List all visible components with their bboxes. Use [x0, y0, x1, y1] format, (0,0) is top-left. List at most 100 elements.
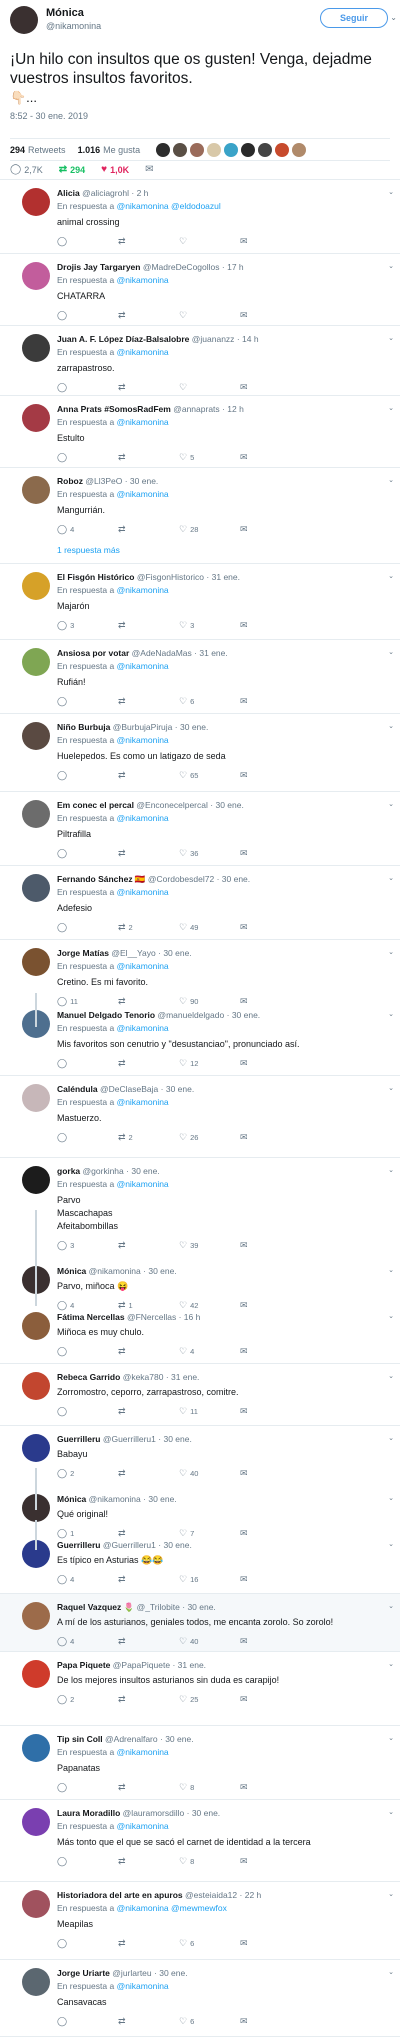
reply-author-name[interactable]: Laura Moradillo [57, 1808, 120, 1818]
avatar[interactable] [22, 800, 50, 828]
liker-avatar[interactable] [207, 142, 222, 157]
liker-avatar[interactable] [275, 142, 290, 157]
reply-button[interactable]: ◯ [57, 1856, 118, 1867]
avatar[interactable] [22, 1084, 50, 1112]
retweet-button[interactable]: ⇄ [118, 620, 179, 631]
reply-author-name[interactable]: Jorge Matías [57, 948, 109, 958]
reply-time[interactable]: 30 ene. [192, 1808, 220, 1818]
reply-author-name[interactable]: Rebeca Garrido [57, 1372, 120, 1382]
chevron-down-icon[interactable]: ⌄ [390, 13, 397, 22]
like-button[interactable]: ♡ [179, 236, 240, 247]
reply-tweet[interactable]: ⌄ Jorge Matías @El__Yayo · 30 ene. En re… [0, 940, 400, 1006]
reply-tweet[interactable]: ⌄ Guerrilleru @Guerrilleru1 · 30 ene. Es… [0, 1532, 400, 1594]
in-reply-to-handle[interactable]: @nikamonina [117, 347, 169, 357]
reply-time[interactable]: 22 h [245, 1890, 262, 1900]
reply-author-handle[interactable]: @manueldelgado [157, 1010, 224, 1020]
reply-tweet[interactable]: ⌄ Caléndula @DeClaseBaja · 30 ene. En re… [0, 1076, 400, 1158]
reply-author-name[interactable]: Juan A. F. López Díaz-Balsalobre [57, 334, 189, 344]
reply-time[interactable]: 31 ene. [171, 1372, 199, 1382]
like-button[interactable]: ♡ 6 [179, 696, 240, 707]
reply-author-name[interactable]: Anna Prats #SomosRadFem [57, 404, 171, 414]
reply-time[interactable]: 30 ene. [222, 874, 250, 884]
reply-tweet[interactable]: ⌄ Laura Moradillo @lauramorsdillo · 30 e… [0, 1800, 400, 1882]
reply-tweet[interactable]: ⌄ Raquel Vazquez 🌷 @_Trilobite · 30 ene.… [0, 1594, 400, 1652]
like-button[interactable]: ♡ [179, 310, 240, 321]
reply-author-name[interactable]: Ansiosa por votar [57, 648, 129, 658]
reply-tweet[interactable]: ⌄ Alicia @aliciagrohl · 2 h En respuesta… [0, 180, 400, 254]
reply-author-handle[interactable]: @Cordobesdel72 [148, 874, 214, 884]
author-handle[interactable]: @nikamonina [46, 20, 101, 33]
reply-author-name[interactable]: Fernando Sánchez 🇪🇸 [57, 874, 146, 884]
avatar[interactable] [22, 188, 50, 216]
liker-avatar[interactable] [156, 142, 171, 157]
like-button[interactable]: ♡ 36 [179, 848, 240, 859]
in-reply-to-handle[interactable]: @nikamonina [117, 961, 169, 971]
reply-author-name[interactable]: Guerrilleru [57, 1434, 100, 1444]
reply-button[interactable]: ◯ [57, 452, 118, 463]
retweet-button[interactable]: ⇄ [118, 2016, 179, 2027]
reply-author-handle[interactable]: @gorkinha [83, 1166, 124, 1176]
reply-time[interactable]: 30 ene. [130, 476, 158, 486]
reply-author-name[interactable]: Tip sin Coll [57, 1734, 103, 1744]
in-reply-to-handle[interactable]: @nikamonina [117, 1179, 169, 1189]
reply-tweet[interactable]: ⌄ Em conec el percal @Enconecelpercal · … [0, 792, 400, 866]
like-button[interactable]: ♥ 1,0K [101, 164, 129, 175]
liker-avatar[interactable] [292, 142, 307, 157]
reply-author-handle[interactable]: @_Trilobite [137, 1602, 180, 1612]
reply-time[interactable]: 30 ene. [166, 1084, 194, 1094]
reply-author-handle[interactable]: @nikamonina [89, 1266, 141, 1276]
like-button[interactable]: ♡ 39 [179, 1240, 240, 1251]
dm-button[interactable]: ✉ [240, 1132, 301, 1143]
reply-button[interactable]: ◯ [57, 848, 118, 859]
retweet-button[interactable]: ⇄ 2 [118, 922, 179, 933]
retweet-button[interactable]: ⇄ 294 [59, 164, 85, 175]
reply-author-name[interactable]: Fátima Nercellas [57, 1312, 125, 1322]
like-button[interactable]: ♡ 40 [179, 1636, 240, 1647]
reply-author-name[interactable]: Mónica [57, 1494, 86, 1504]
reply-button[interactable]: ◯ 3 [57, 1240, 118, 1251]
reply-author-handle[interactable]: @keka780 [123, 1372, 164, 1382]
reply-tweet[interactable]: ⌄ Mónica @nikamonina · 30 ene. Parvo, mi… [0, 1258, 400, 1310]
reply-tweet[interactable]: ⌄ Ansiosa por votar @AdeNadaMas · 31 ene… [0, 640, 400, 714]
dm-button[interactable]: ✉ [240, 1346, 301, 1357]
in-reply-to-handle[interactable]: @nikamonina [117, 735, 169, 745]
reply-tweet[interactable]: ⌄ Roboz @Ll3PeO · 30 ene. En respuesta a… [0, 468, 400, 564]
dm-button[interactable]: ✉ [240, 1406, 301, 1417]
dm-button[interactable]: ✉ [240, 1782, 301, 1793]
reply-author-name[interactable]: Papa Piquete [57, 1660, 110, 1670]
dm-button[interactable]: ✉ [240, 1574, 301, 1585]
reply-author-name[interactable]: Historiadora del arte en apuros [57, 1890, 183, 1900]
reply-button[interactable]: ◯ 3 [57, 620, 118, 631]
retweets-stat[interactable]: 294 Retweets [10, 145, 66, 155]
author-name[interactable]: Mónica [46, 7, 101, 20]
dm-button[interactable]: ✉ [240, 1058, 301, 1069]
reply-time[interactable]: 30 ene. [163, 948, 191, 958]
reply-button[interactable]: ◯ [57, 1346, 118, 1357]
retweet-button[interactable]: ⇄ 2 [118, 1132, 179, 1143]
reply-tweet[interactable]: ⌄ gorka @gorkinha · 30 ene. En respuesta… [0, 1158, 400, 1258]
reply-button[interactable]: ◯ [57, 696, 118, 707]
avatar[interactable] [22, 722, 50, 750]
reply-author-handle[interactable]: @Enconecelpercal [136, 800, 207, 810]
liker-avatar[interactable] [190, 142, 205, 157]
reply-author-name[interactable]: Raquel Vazquez 🌷 [57, 1602, 134, 1612]
dm-button[interactable]: ✉ [240, 1468, 301, 1479]
reply-time[interactable]: 30 ene. [159, 1968, 187, 1978]
reply-time[interactable]: 30 ene. [232, 1010, 260, 1020]
reply-tweet[interactable]: ⌄ Historiadora del arte en apuros @estei… [0, 1882, 400, 1960]
reply-author-name[interactable]: Niño Burbuja [57, 722, 110, 732]
dm-button[interactable]: ✉ [240, 620, 301, 631]
reply-author-handle[interactable]: @nikamonina [89, 1494, 141, 1504]
reply-tweet[interactable]: ⌄ Papa Piquete @PapaPiquete · 31 ene. De… [0, 1652, 400, 1726]
retweet-button[interactable]: ⇄ [118, 310, 179, 321]
reply-author-handle[interactable]: @jurlarteu [112, 1968, 151, 1978]
reply-author-name[interactable]: Roboz [57, 476, 83, 486]
reply-button[interactable]: ◯ [57, 1406, 118, 1417]
reply-time[interactable]: 16 h [184, 1312, 201, 1322]
dm-button[interactable]: ✉ [240, 1938, 301, 1949]
liker-avatar[interactable] [224, 142, 239, 157]
avatar[interactable] [22, 334, 50, 362]
liker-avatar[interactable] [241, 142, 256, 157]
reply-author-name[interactable]: El Fisgón Histórico [57, 572, 134, 582]
reply-time[interactable]: 2 h [137, 188, 149, 198]
